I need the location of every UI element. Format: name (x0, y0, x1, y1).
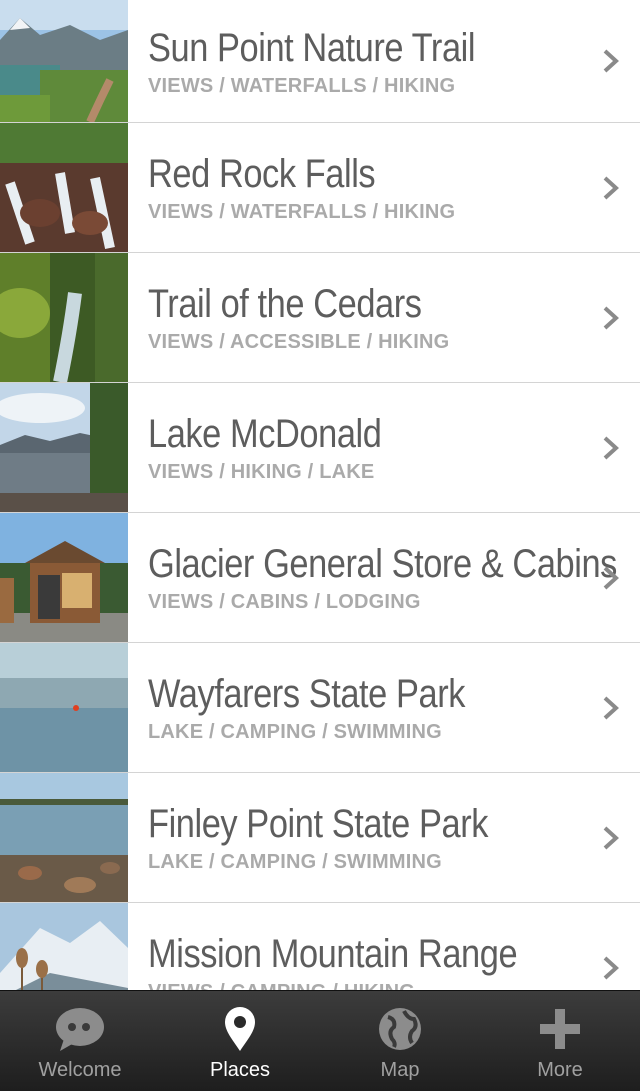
chevron-right-icon (603, 956, 619, 979)
place-title: Trail of the Cedars (148, 282, 422, 326)
chevron-right-icon (603, 176, 619, 199)
place-thumbnail (0, 773, 128, 902)
list-item[interactable]: Red Rock Falls VIEWS / WATERFALLS / HIKI… (0, 123, 640, 253)
place-text: Glacier General Store & Cabins VIEWS / C… (128, 513, 640, 642)
place-tags: VIEWS / WATERFALLS / HIKING (148, 201, 456, 223)
place-tags: LAKE / CAMPING / SWIMMING (148, 721, 442, 743)
map-pin-icon (225, 1007, 255, 1051)
place-thumbnail (0, 383, 128, 512)
place-thumbnail (0, 0, 128, 122)
list-item[interactable]: Sun Point Nature Trail VIEWS / WATERFALL… (0, 0, 640, 123)
tab-label: Places (209, 1059, 271, 1081)
chevron-right-icon (603, 566, 619, 589)
list-item[interactable]: Mission Mountain Range VIEWS / CAMPING /… (0, 903, 640, 990)
chevron-right-icon (603, 826, 619, 849)
place-title: Wayfarers State Park (148, 672, 466, 716)
chevron-right-icon (603, 306, 619, 329)
place-title: Glacier General Store & Cabins (148, 542, 617, 586)
place-tags: VIEWS / WATERFALLS / HIKING (148, 74, 456, 97)
place-thumbnail (0, 643, 128, 772)
place-thumbnail (0, 253, 128, 382)
place-text: Red Rock Falls VIEWS / WATERFALLS / HIKI… (128, 123, 640, 252)
plus-icon (540, 1009, 580, 1049)
tab-welcome[interactable]: Welcome (0, 991, 160, 1091)
tab-more[interactable]: More (480, 991, 640, 1091)
place-title: Finley Point State Park (148, 802, 489, 846)
list-item[interactable]: Finley Point State Park LAKE / CAMPING /… (0, 773, 640, 903)
place-title: Sun Point Nature Trail (148, 25, 476, 70)
tab-places[interactable]: Places (160, 991, 320, 1091)
list-item[interactable]: Wayfarers State Park LAKE / CAMPING / SW… (0, 643, 640, 773)
place-title: Lake McDonald (148, 412, 382, 456)
place-tags: LAKE / CAMPING / SWIMMING (148, 851, 442, 873)
chat-bubble-icon (56, 1008, 104, 1051)
chevron-right-icon (603, 49, 619, 73)
place-tags: VIEWS / CABINS / LODGING (148, 591, 421, 613)
place-text: Finley Point State Park LAKE / CAMPING /… (128, 773, 640, 902)
list-item[interactable]: Glacier General Store & Cabins VIEWS / C… (0, 513, 640, 643)
place-title: Mission Mountain Range (148, 932, 518, 976)
list-item[interactable]: Trail of the Cedars VIEWS / ACCESSIBLE /… (0, 253, 640, 383)
place-text: Sun Point Nature Trail VIEWS / WATERFALL… (128, 0, 640, 122)
place-thumbnail (0, 903, 128, 990)
tab-map[interactable]: Map (320, 991, 480, 1091)
tab-label: More (537, 1059, 583, 1081)
chevron-right-icon (603, 436, 619, 459)
place-thumbnail (0, 123, 128, 252)
place-text: Mission Mountain Range VIEWS / CAMPING /… (128, 903, 640, 990)
place-tags: VIEWS / ACCESSIBLE / HIKING (148, 331, 450, 353)
globe-icon (379, 1008, 421, 1050)
place-title: Red Rock Falls (148, 152, 376, 196)
place-text: Lake McDonald VIEWS / HIKING / LAKE (128, 383, 640, 512)
tab-label: Welcome (38, 1059, 122, 1081)
place-tags: VIEWS / HIKING / LAKE (148, 461, 375, 483)
chevron-right-icon (603, 696, 619, 719)
place-text: Wayfarers State Park LAKE / CAMPING / SW… (128, 643, 640, 772)
place-thumbnail (0, 513, 128, 642)
tab-bar: Welcome Places Map More (0, 990, 640, 1091)
place-tags: VIEWS / CAMPING / HIKING (148, 981, 640, 990)
places-list: Sun Point Nature Trail VIEWS / WATERFALL… (0, 0, 640, 990)
tab-label: Map (380, 1059, 420, 1081)
place-text: Trail of the Cedars VIEWS / ACCESSIBLE /… (128, 253, 640, 382)
list-item[interactable]: Lake McDonald VIEWS / HIKING / LAKE (0, 383, 640, 513)
